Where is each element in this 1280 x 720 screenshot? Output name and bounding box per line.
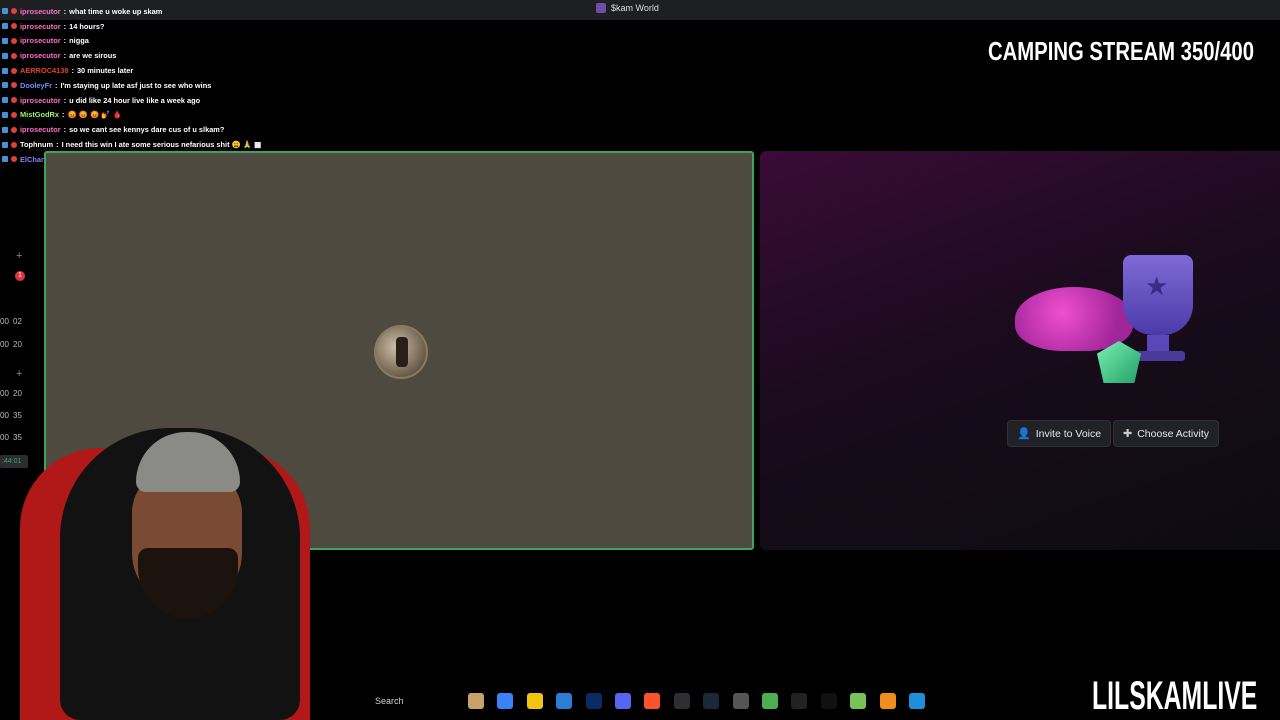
sidebar-row-left: 00 — [0, 389, 9, 398]
chat-text: nigga — [69, 36, 89, 46]
chat-message: AERROC4138:30 minutes later — [2, 63, 402, 78]
add-icon[interactable]: + — [16, 368, 22, 380]
notepad-icon[interactable] — [909, 693, 925, 709]
stream-chat: iprosecutor: what time u woke up skam ipro… — [2, 4, 402, 167]
discord-icon[interactable] — [615, 693, 631, 709]
folder-icon[interactable] — [526, 693, 543, 709]
sidebar-row-right: 20 — [13, 389, 22, 398]
capcut-icon[interactable] — [820, 693, 837, 709]
brave-icon[interactable] — [644, 693, 661, 709]
chat-username: iprosecutor — [20, 125, 61, 135]
server-icon — [596, 3, 606, 13]
chat-username: iprosecutor — [20, 95, 61, 105]
chat-badge-icon — [11, 141, 17, 148]
add-person-icon: 👤 — [1017, 428, 1031, 440]
chat-badge-icon — [11, 97, 17, 104]
window-title-text: $kam World — [611, 3, 659, 13]
sidebar-row-left: 00 — [0, 411, 9, 420]
msi-icon[interactable] — [732, 693, 749, 709]
photoshop-icon[interactable] — [585, 693, 602, 709]
chat-message: iprosecutor: u did like 24 hour live like… — [2, 93, 402, 108]
chat-badge-icon — [2, 37, 8, 44]
chat-badge-icon — [2, 8, 8, 15]
bluestacks-icon[interactable] — [762, 693, 778, 709]
add-icon[interactable]: + — [16, 250, 22, 262]
cat-icon[interactable] — [468, 693, 484, 709]
chat-badge-icon — [11, 52, 17, 59]
chat-badge-icon — [11, 8, 17, 15]
chat-badge-icon — [11, 82, 17, 89]
invite-to-voice-label: Invite to Voice — [1035, 427, 1102, 440]
search-label: Search — [375, 696, 404, 706]
chat-text: are we sirous — [69, 51, 117, 61]
chat-badge-icon — [2, 111, 8, 118]
notification-badge: 1 — [15, 271, 25, 281]
webcam-feed — [0, 428, 330, 720]
chat-username: iprosecutor — [20, 6, 61, 16]
shell-graphic — [1015, 287, 1133, 351]
chat-badge-icon — [11, 37, 17, 44]
4k-icon[interactable] — [791, 693, 808, 709]
chat-message: DooleyFr: I'm staying up late asf just to… — [2, 78, 402, 93]
chat-message: Tophnum: I need this win I ate some serio… — [2, 137, 402, 152]
sidebar-row-left: 00 — [0, 317, 9, 326]
taskbar-search[interactable]: Search — [360, 692, 450, 710]
chat-username: iprosecutor — [20, 51, 61, 61]
participant-avatar[interactable] — [374, 325, 428, 379]
chat-text: 30 minutes later — [76, 66, 134, 76]
sidebar-row-right: 20 — [13, 340, 22, 349]
chat-username: AERROC4138 — [20, 66, 69, 76]
chat-username: Tophnum — [20, 140, 54, 150]
sidebar-row-right: 35 — [13, 411, 22, 420]
sidebar-row-left: 00 — [0, 340, 9, 349]
store-icon[interactable] — [556, 693, 573, 709]
chat-message: iprosecutor: nigga — [2, 34, 402, 49]
sidebar-row-right: 02 — [13, 317, 22, 326]
chat-text: u did like 24 hour live like a week ago — [69, 95, 201, 105]
chat-text: 14 hours? — [69, 21, 105, 31]
chat-badge-icon — [2, 67, 8, 74]
chat-message: MistGodRx: 😡 😡 😡 💅 🩸 — [2, 108, 402, 123]
invite-to-voice-button[interactable]: 👤 Invite to Voice — [1007, 420, 1112, 447]
chat-username: iprosecutor — [20, 21, 61, 31]
activity-panel: ★ 👤 Invite to Voice ✚ Choose Activity — [760, 151, 1280, 550]
chat-username: DooleyFr — [20, 80, 53, 90]
choose-activity-button[interactable]: ✚ Choose Activity — [1113, 420, 1220, 447]
chat-username: MistGodRx — [20, 110, 60, 120]
chat-badge-icon — [2, 97, 8, 104]
chat-badge-icon — [2, 141, 8, 148]
chat-badge-icon — [2, 126, 8, 133]
activity-icon: ✚ — [1123, 428, 1133, 440]
chat-message: iprosecutor: are we sirous — [2, 48, 402, 63]
utorrent-icon[interactable] — [850, 693, 867, 709]
taskbar: Search — [360, 688, 1060, 714]
chat-badge-icon — [11, 23, 17, 30]
chat-text: 😡 😡 😡 💅 🩸 — [67, 110, 122, 120]
steam-icon[interactable] — [703, 693, 720, 709]
chat-message: iprosecutor:14 hours? — [2, 19, 402, 34]
activity-illustration: ★ — [1015, 251, 1250, 391]
chat-badge-icon — [11, 126, 17, 133]
chat-badge-icon — [2, 52, 8, 59]
stream-overlay-brand: LILSKAMLIVE — [1092, 674, 1258, 718]
fl-studio-icon[interactable] — [879, 693, 896, 709]
chat-text: I'm staying up late asf just to see who … — [60, 80, 212, 90]
chat-username: iprosecutor — [20, 36, 61, 46]
window-title: $kam World — [596, 3, 659, 13]
chat-text: so we cant see kennys dare cus of u slka… — [69, 125, 225, 135]
chat-text: what time u woke up skam — [69, 6, 163, 16]
chat-badge-icon — [11, 111, 17, 118]
chat-message: iprosecutor: so we cant see kennys dare c… — [2, 122, 402, 137]
choose-activity-label: Choose Activity — [1137, 427, 1210, 440]
stream-overlay-title: CAMPING STREAM 350/400 — [988, 36, 1254, 66]
chat-badge-icon — [2, 82, 8, 89]
chat-text: I need this win I ate some serious nefar… — [61, 140, 262, 150]
copilot-icon[interactable] — [497, 693, 514, 709]
trophy-icon: ★ — [1123, 255, 1193, 335]
chat-message: iprosecutor: what time u woke up skam — [2, 4, 402, 19]
obs-icon[interactable] — [673, 693, 690, 709]
chat-badge-icon — [11, 67, 17, 74]
chat-badge-icon — [2, 23, 8, 30]
